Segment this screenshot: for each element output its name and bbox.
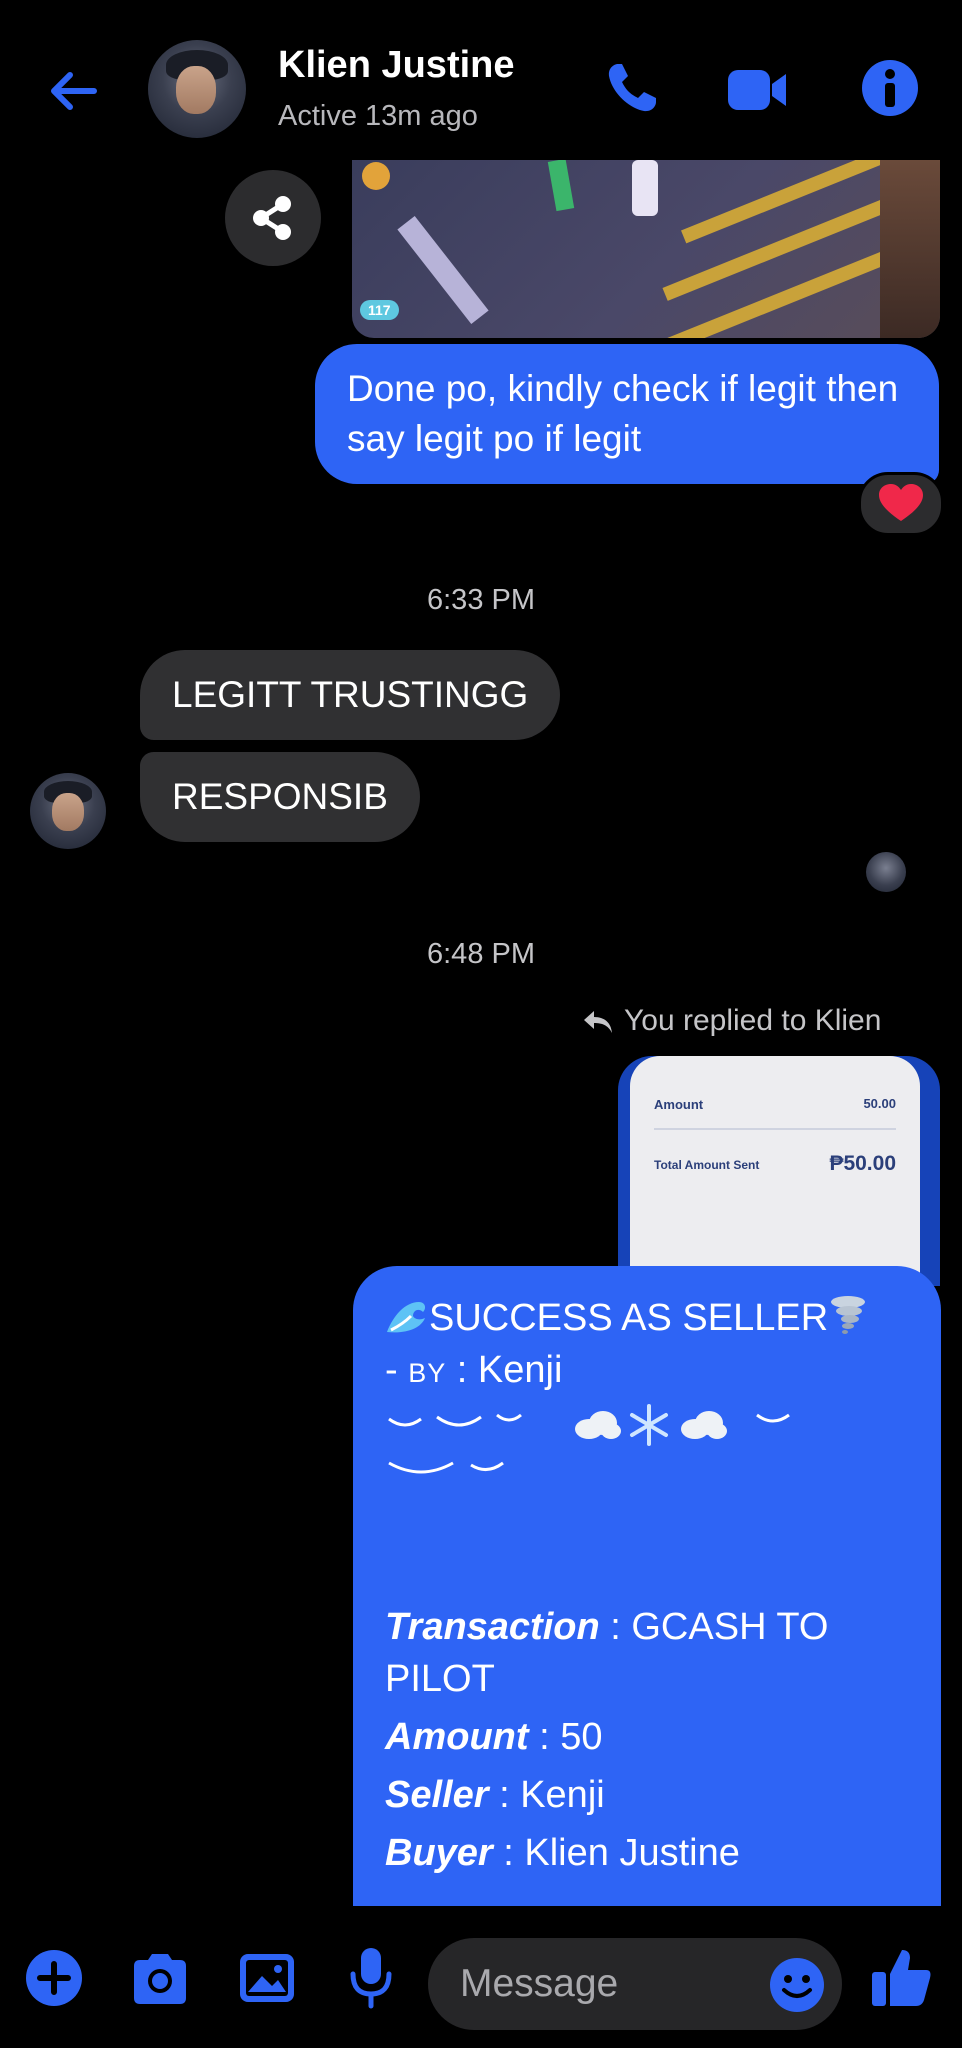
sender-avatar[interactable]: [30, 773, 106, 849]
receipt-total-label: Total Amount Sent: [654, 1158, 760, 1172]
wave-emoji-icon: [387, 1302, 426, 1333]
receipt-amount-label: Amount: [654, 1097, 704, 1112]
seller-value: : Kenji: [488, 1774, 605, 1816]
tornado-emoji-icon: [831, 1296, 866, 1334]
receipt-total-value: ₱50.00: [829, 1152, 896, 1175]
info-icon[interactable]: [858, 56, 922, 120]
contact-avatar[interactable]: [148, 40, 246, 138]
heart-reaction[interactable]: [858, 472, 944, 536]
outgoing-message[interactable]: Done po, kindly check if legit then say …: [315, 344, 939, 484]
timestamp: 6:48 PM: [427, 938, 535, 970]
buyer-value: : Klien Justine: [492, 1832, 740, 1874]
reply-note-text: You replied to Klien: [624, 1004, 882, 1037]
cloud-emoji-icon: [575, 1411, 621, 1439]
contact-name[interactable]: Klien Justine: [278, 44, 515, 87]
reply-note: You replied to Klien: [582, 1004, 881, 1038]
back-arrow-icon[interactable]: [44, 62, 102, 120]
game-level-badge: 117: [360, 300, 399, 320]
transaction-label: Transaction: [385, 1606, 600, 1648]
buyer-label: Buyer: [385, 1832, 493, 1874]
microphone-icon[interactable]: [346, 1944, 396, 2010]
seller-label: Seller: [385, 1774, 489, 1816]
success-title: SUCCESS AS SELLER: [429, 1297, 829, 1339]
phone-call-icon[interactable]: [600, 56, 664, 120]
camera-icon[interactable]: [128, 1948, 192, 2008]
plus-icon: [37, 1961, 71, 1995]
cloud-emoji-icon: [681, 1411, 727, 1439]
amount-value: : 50: [528, 1716, 603, 1758]
timestamp: 6:33 PM: [427, 584, 535, 616]
more-actions-button[interactable]: [26, 1950, 82, 2006]
replied-receipt-preview[interactable]: Amount 50.00 Total Amount Sent ₱50.00: [618, 1056, 940, 1286]
by-prefix: -: [385, 1349, 409, 1391]
incoming-message[interactable]: RESPONSIB: [140, 752, 420, 842]
thumbs-up-icon[interactable]: [868, 1944, 934, 2010]
share-icon: [253, 196, 291, 240]
share-button[interactable]: [225, 170, 321, 266]
decorative-arc-icon: [756, 1413, 790, 1423]
amount-label: Amount: [385, 1716, 529, 1758]
contact-status: Active 13m ago: [278, 100, 478, 132]
outgoing-success-message[interactable]: SUCCESS AS SELLER - BY : Kenji Transacti…: [353, 1266, 941, 1906]
gallery-icon[interactable]: [236, 1948, 298, 2008]
by-value: : Kenji: [446, 1349, 563, 1391]
shared-game-screenshot[interactable]: 117: [352, 160, 940, 338]
by-label: BY: [408, 1358, 447, 1388]
decorative-arcs-icon: [388, 1461, 504, 1474]
receipt-amount-value: 50.00: [863, 1096, 896, 1111]
seen-indicator-avatar: [866, 852, 906, 892]
emoji-icon[interactable]: [768, 1956, 826, 2014]
heart-icon: [879, 484, 923, 521]
video-call-icon[interactable]: [724, 60, 788, 124]
snowflake-emoji-icon: [630, 1404, 668, 1446]
incoming-message[interactable]: LEGITT TRUSTINGG: [140, 650, 561, 740]
decorative-arcs-icon: [388, 1413, 522, 1427]
reply-arrow-icon: [584, 1011, 612, 1033]
